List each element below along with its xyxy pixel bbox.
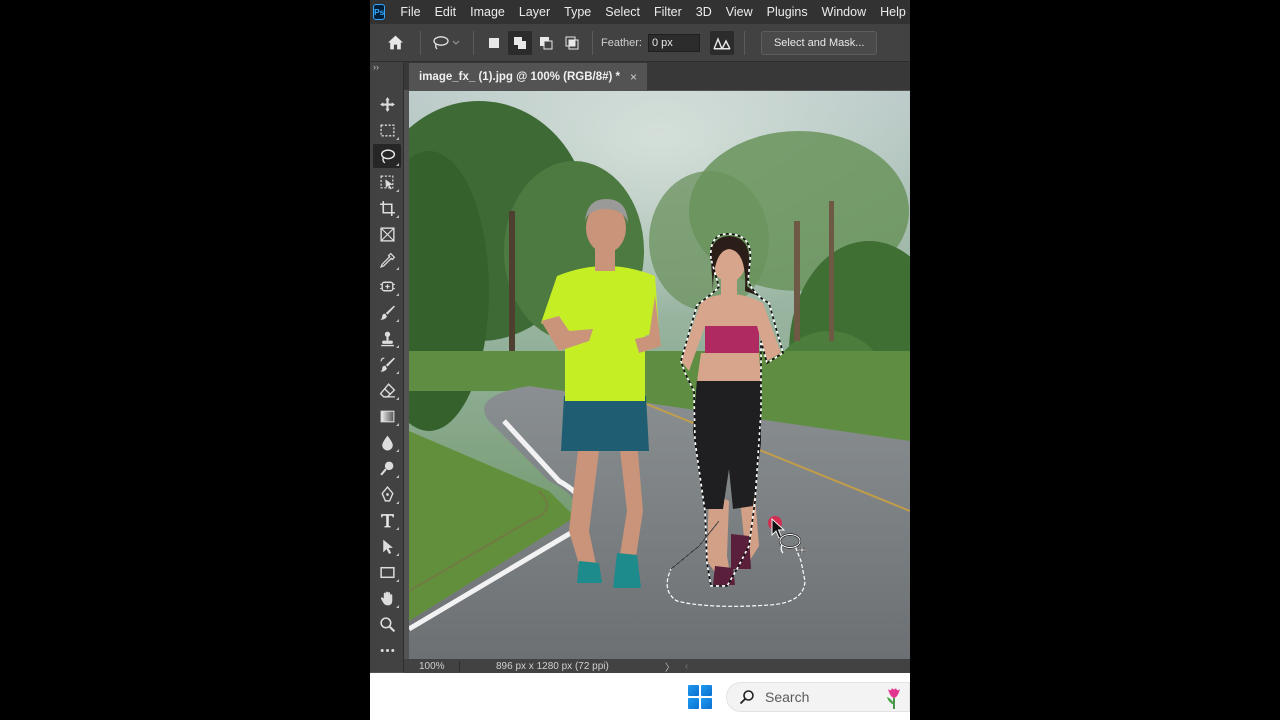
feather-label: Feather: (601, 36, 642, 49)
horizontal-scroll-left-icon[interactable]: ‹ (685, 661, 688, 672)
clone-stamp-tool-icon[interactable] (373, 326, 401, 350)
photoshop-window: Ps File Edit Image Layer Type Select Fil… (370, 0, 910, 720)
options-divider (420, 30, 421, 55)
type-tool-icon[interactable] (373, 508, 401, 532)
options-divider (592, 30, 593, 55)
document-info: 896 px x 1280 px (72 ppi) (496, 660, 609, 672)
history-brush-tool-icon[interactable] (373, 352, 401, 376)
menu-bar: Ps File Edit Image Layer Type Select Fil… (370, 0, 910, 24)
image-canvas[interactable] (409, 91, 910, 659)
move-tool-icon[interactable] (373, 92, 401, 116)
more-tools-icon[interactable] (373, 638, 401, 662)
crop-tool-icon[interactable] (373, 196, 401, 220)
eraser-tool-icon[interactable] (373, 378, 401, 402)
document-tab[interactable]: image_fx_ (1).jpg @ 100% (RGB/8#) * × (409, 63, 648, 90)
menu-type[interactable]: Type (557, 5, 598, 19)
windows-start-icon[interactable] (688, 685, 712, 709)
status-expand-icon[interactable]: 〉 (665, 659, 675, 674)
object-selection-tool-icon[interactable] (373, 170, 401, 194)
intersect-selection-icon[interactable] (560, 31, 584, 55)
lasso-tool-icon[interactable] (373, 144, 401, 168)
close-icon[interactable]: × (630, 70, 637, 84)
gradient-tool-icon[interactable] (373, 404, 401, 428)
lasso-preset-icon[interactable] (429, 31, 465, 55)
select-and-mask-button[interactable]: Select and Mask... (760, 30, 878, 55)
healing-brush-tool-icon[interactable] (373, 274, 401, 298)
canvas-photo (409, 91, 910, 659)
panel-collapse-icon[interactable]: ›› (373, 62, 379, 72)
menu-3d[interactable]: 3D (689, 5, 719, 19)
document-tab-bar: image_fx_ (1).jpg @ 100% (RGB/8#) * × (404, 62, 910, 90)
frame-tool-icon[interactable] (373, 222, 401, 246)
eyedropper-tool-icon[interactable] (373, 248, 401, 272)
document-tab-title: image_fx_ (1).jpg @ 100% (RGB/8#) * (419, 70, 621, 83)
brush-tool-icon[interactable] (373, 300, 401, 324)
subtract-from-selection-icon[interactable] (534, 31, 558, 55)
home-icon[interactable] (383, 31, 407, 55)
options-bar: Feather: Select and Mask... (370, 24, 910, 62)
options-divider (473, 30, 474, 55)
options-divider (743, 30, 745, 55)
zoom-tool-icon[interactable] (373, 612, 401, 636)
menu-file[interactable]: File (393, 5, 427, 19)
photoshop-logo-icon[interactable]: Ps (373, 4, 386, 20)
blur-tool-icon[interactable] (373, 430, 401, 454)
menu-image[interactable]: Image (463, 5, 512, 19)
tools-panel: ›› (370, 62, 404, 672)
search-icon (739, 690, 754, 705)
menu-view[interactable]: View (719, 5, 760, 19)
menu-select[interactable]: Select (598, 5, 647, 19)
windows-taskbar: Search (370, 673, 910, 720)
hand-tool-icon[interactable] (373, 586, 401, 610)
feather-input[interactable] (647, 33, 700, 52)
marquee-tool-icon[interactable] (373, 118, 401, 142)
taskbar-search-box[interactable]: Search (726, 682, 910, 712)
zoom-level-readout[interactable]: 100% (404, 660, 460, 672)
dodge-tool-icon[interactable] (373, 456, 401, 480)
menu-filter[interactable]: Filter (647, 5, 689, 19)
menu-layer[interactable]: Layer (512, 5, 557, 19)
new-selection-icon[interactable] (482, 31, 506, 55)
menu-help[interactable]: Help (873, 5, 910, 19)
menu-plugins[interactable]: Plugins (760, 5, 815, 19)
anti-alias-icon[interactable] (709, 30, 734, 55)
pen-tool-icon[interactable] (373, 482, 401, 506)
path-selection-tool-icon[interactable] (373, 534, 401, 558)
search-placeholder: Search (765, 689, 810, 705)
menu-edit[interactable]: Edit (428, 5, 464, 19)
tulip-icon[interactable] (883, 686, 905, 710)
status-bar: 100% 896 px x 1280 px (72 ppi) 〉 ‹ (404, 659, 910, 674)
rectangle-tool-icon[interactable] (373, 560, 401, 584)
add-to-selection-icon[interactable] (508, 30, 532, 55)
menu-window[interactable]: Window (815, 5, 873, 19)
